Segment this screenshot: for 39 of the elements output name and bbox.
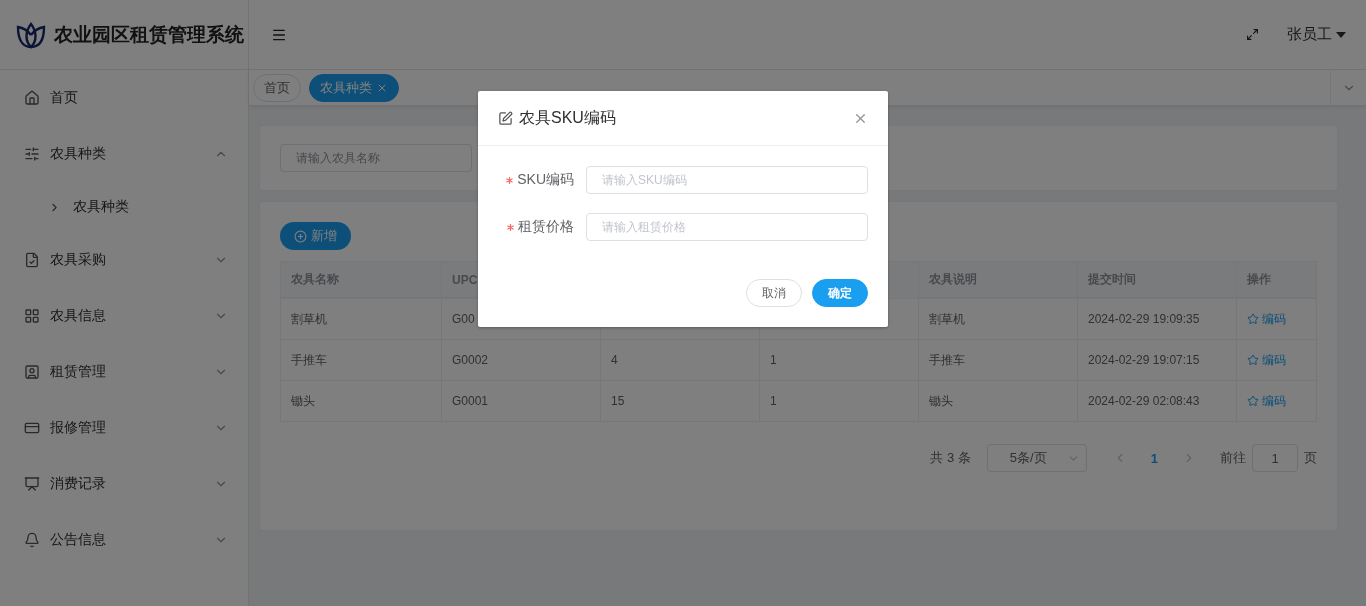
- table-cell: 1: [760, 381, 919, 422]
- table-cell: 15: [601, 381, 760, 422]
- table-cell: 2024-02-29 19:09:35: [1078, 299, 1237, 340]
- user-menu[interactable]: 张员工: [1287, 25, 1346, 44]
- table-cell: 锄头: [281, 381, 442, 422]
- table-cell: 手推车: [281, 340, 442, 381]
- table-cell: 锄头: [919, 381, 1078, 422]
- confirm-button[interactable]: 确定: [812, 279, 868, 307]
- goto-label: 前往: [1220, 449, 1246, 467]
- sidebar-item[interactable]: 首页: [0, 70, 248, 126]
- sidebar-item[interactable]: 农具信息: [0, 288, 248, 344]
- page-size-select[interactable]: 5条/页: [986, 444, 1087, 472]
- input-field[interactable]: 请输入租赁价格: [586, 213, 868, 241]
- app-title: 农业园区租赁管理系统: [54, 22, 244, 47]
- cancel-button[interactable]: 取消: [746, 279, 802, 307]
- field-label: SKU编码: [517, 171, 574, 189]
- table-cell: 手推车: [919, 340, 1078, 381]
- field-label: 租赁价格: [518, 218, 574, 236]
- table-cell: 2024-02-29 02:08:43: [1078, 381, 1237, 422]
- tab[interactable]: 首页: [253, 73, 301, 102]
- table-cell: 割草机: [281, 299, 442, 340]
- sidebar-item[interactable]: 公告信息: [0, 512, 248, 568]
- total-count: 共 3 条: [930, 449, 971, 467]
- sidebar-item[interactable]: 租赁管理: [0, 344, 248, 400]
- table-cell: G0001: [442, 381, 601, 422]
- table-cell: 2024-02-29 19:07:15: [1078, 340, 1237, 381]
- page-suffix: 页: [1304, 449, 1317, 467]
- goto-page-field[interactable]: 1: [1252, 444, 1298, 472]
- sidebar-subitem[interactable]: 农具种类: [0, 182, 248, 232]
- sidebar-item[interactable]: 农具采购: [0, 232, 248, 288]
- table-cell: 4: [601, 340, 760, 381]
- table-cell: 1: [760, 340, 919, 381]
- sidebar-item[interactable]: 农具种类: [0, 126, 248, 182]
- sidebar-item[interactable]: 消费记录: [0, 456, 248, 512]
- table-cell: G0002: [442, 340, 601, 381]
- dialog-title: 农具SKU编码: [519, 107, 617, 128]
- table-cell: 割草机: [919, 299, 1078, 340]
- add-button[interactable]: 新增: [280, 222, 351, 250]
- sidebar-item[interactable]: 报修管理: [0, 400, 248, 456]
